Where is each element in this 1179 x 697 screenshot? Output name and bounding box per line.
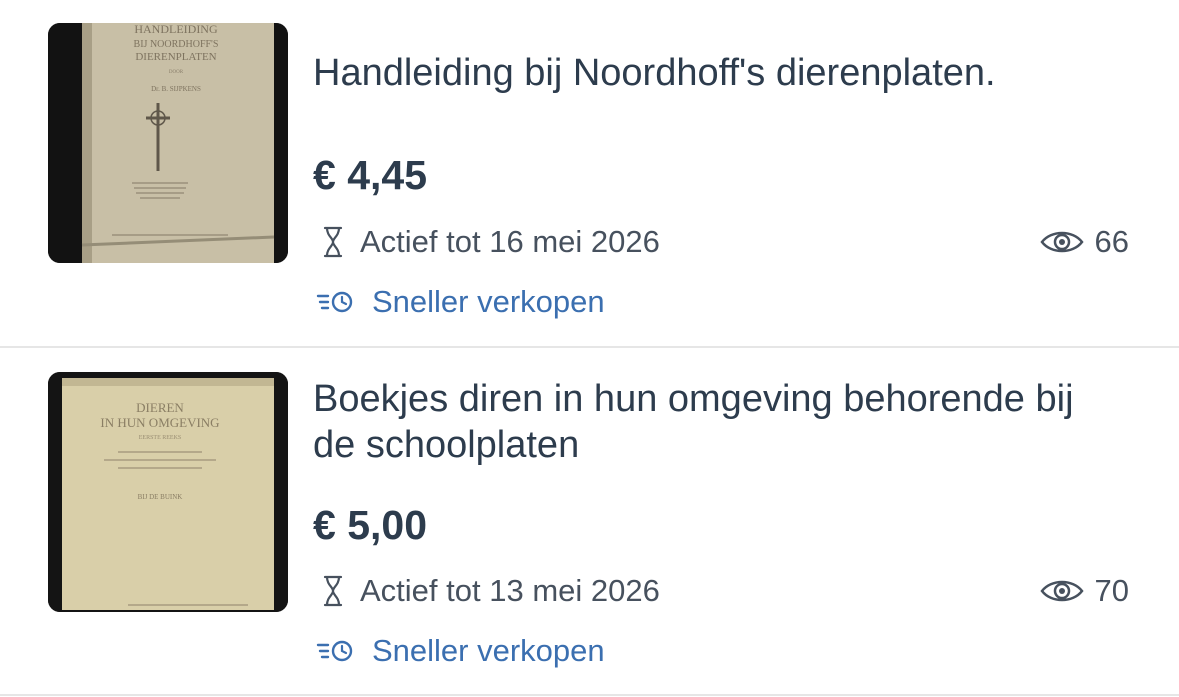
- listing-title[interactable]: Handleiding bij Noordhoff's dierenplaten…: [313, 50, 1119, 96]
- view-count-value: 70: [1094, 573, 1129, 608]
- hourglass-icon: [323, 226, 343, 258]
- view-count: 66: [1039, 224, 1129, 260]
- listing-status: Actief tot 13 mei 2026: [322, 573, 660, 609]
- status-text: Actief tot 13 mei 2026: [360, 573, 660, 608]
- listing-title[interactable]: Boekjes diren in hun omgeving behorende …: [313, 376, 1119, 468]
- listing-thumbnail[interactable]: HANDLEIDING BIJ NOORDHOFF'S DIERENPLATEN…: [48, 23, 288, 263]
- eye-icon: [1039, 580, 1084, 602]
- listing-item[interactable]: HANDLEIDING BIJ NOORDHOFF'S DIERENPLATEN…: [0, 0, 1179, 348]
- boost-timer-icon: [316, 640, 353, 662]
- sell-faster-link[interactable]: Sneller verkopen: [316, 284, 605, 320]
- cover-line: EERSTE REEKS: [139, 435, 182, 441]
- view-count: 70: [1039, 573, 1129, 609]
- cover-line: IN HUN OMGEVING: [100, 415, 219, 430]
- eye-icon: [1039, 231, 1084, 253]
- listing-price: € 4,45: [313, 152, 427, 198]
- cover-line: DIERENPLATEN: [135, 51, 216, 63]
- cover-line: DOOR: [169, 70, 184, 75]
- cover-line: Dr. B. SIJPKENS: [151, 85, 201, 93]
- cover-line: HANDLEIDING: [134, 23, 218, 36]
- cover-line: BIJ NOORDHOFF'S: [134, 39, 219, 50]
- status-text: Actief tot 16 mei 2026: [360, 224, 660, 259]
- listing-item[interactable]: DIEREN IN HUN OMGEVING EERSTE REEKS BIJ …: [0, 348, 1179, 696]
- boost-timer-icon: [316, 291, 353, 313]
- book-cover-image: HANDLEIDING BIJ NOORDHOFF'S DIERENPLATEN…: [48, 23, 288, 263]
- listing-status: Actief tot 16 mei 2026: [322, 224, 660, 260]
- sell-faster-link[interactable]: Sneller verkopen: [316, 633, 605, 669]
- cover-line: DIEREN: [136, 400, 184, 415]
- view-count-value: 66: [1094, 224, 1129, 259]
- listing-thumbnail[interactable]: DIEREN IN HUN OMGEVING EERSTE REEKS BIJ …: [48, 372, 288, 612]
- book-cover-image: DIEREN IN HUN OMGEVING EERSTE REEKS BIJ …: [48, 372, 288, 612]
- sell-faster-label[interactable]: Sneller verkopen: [372, 633, 605, 669]
- sell-faster-label[interactable]: Sneller verkopen: [372, 284, 605, 320]
- cover-line: BIJ DE BUINK: [138, 493, 183, 501]
- hourglass-icon: [323, 575, 343, 607]
- listing-price: € 5,00: [313, 502, 427, 548]
